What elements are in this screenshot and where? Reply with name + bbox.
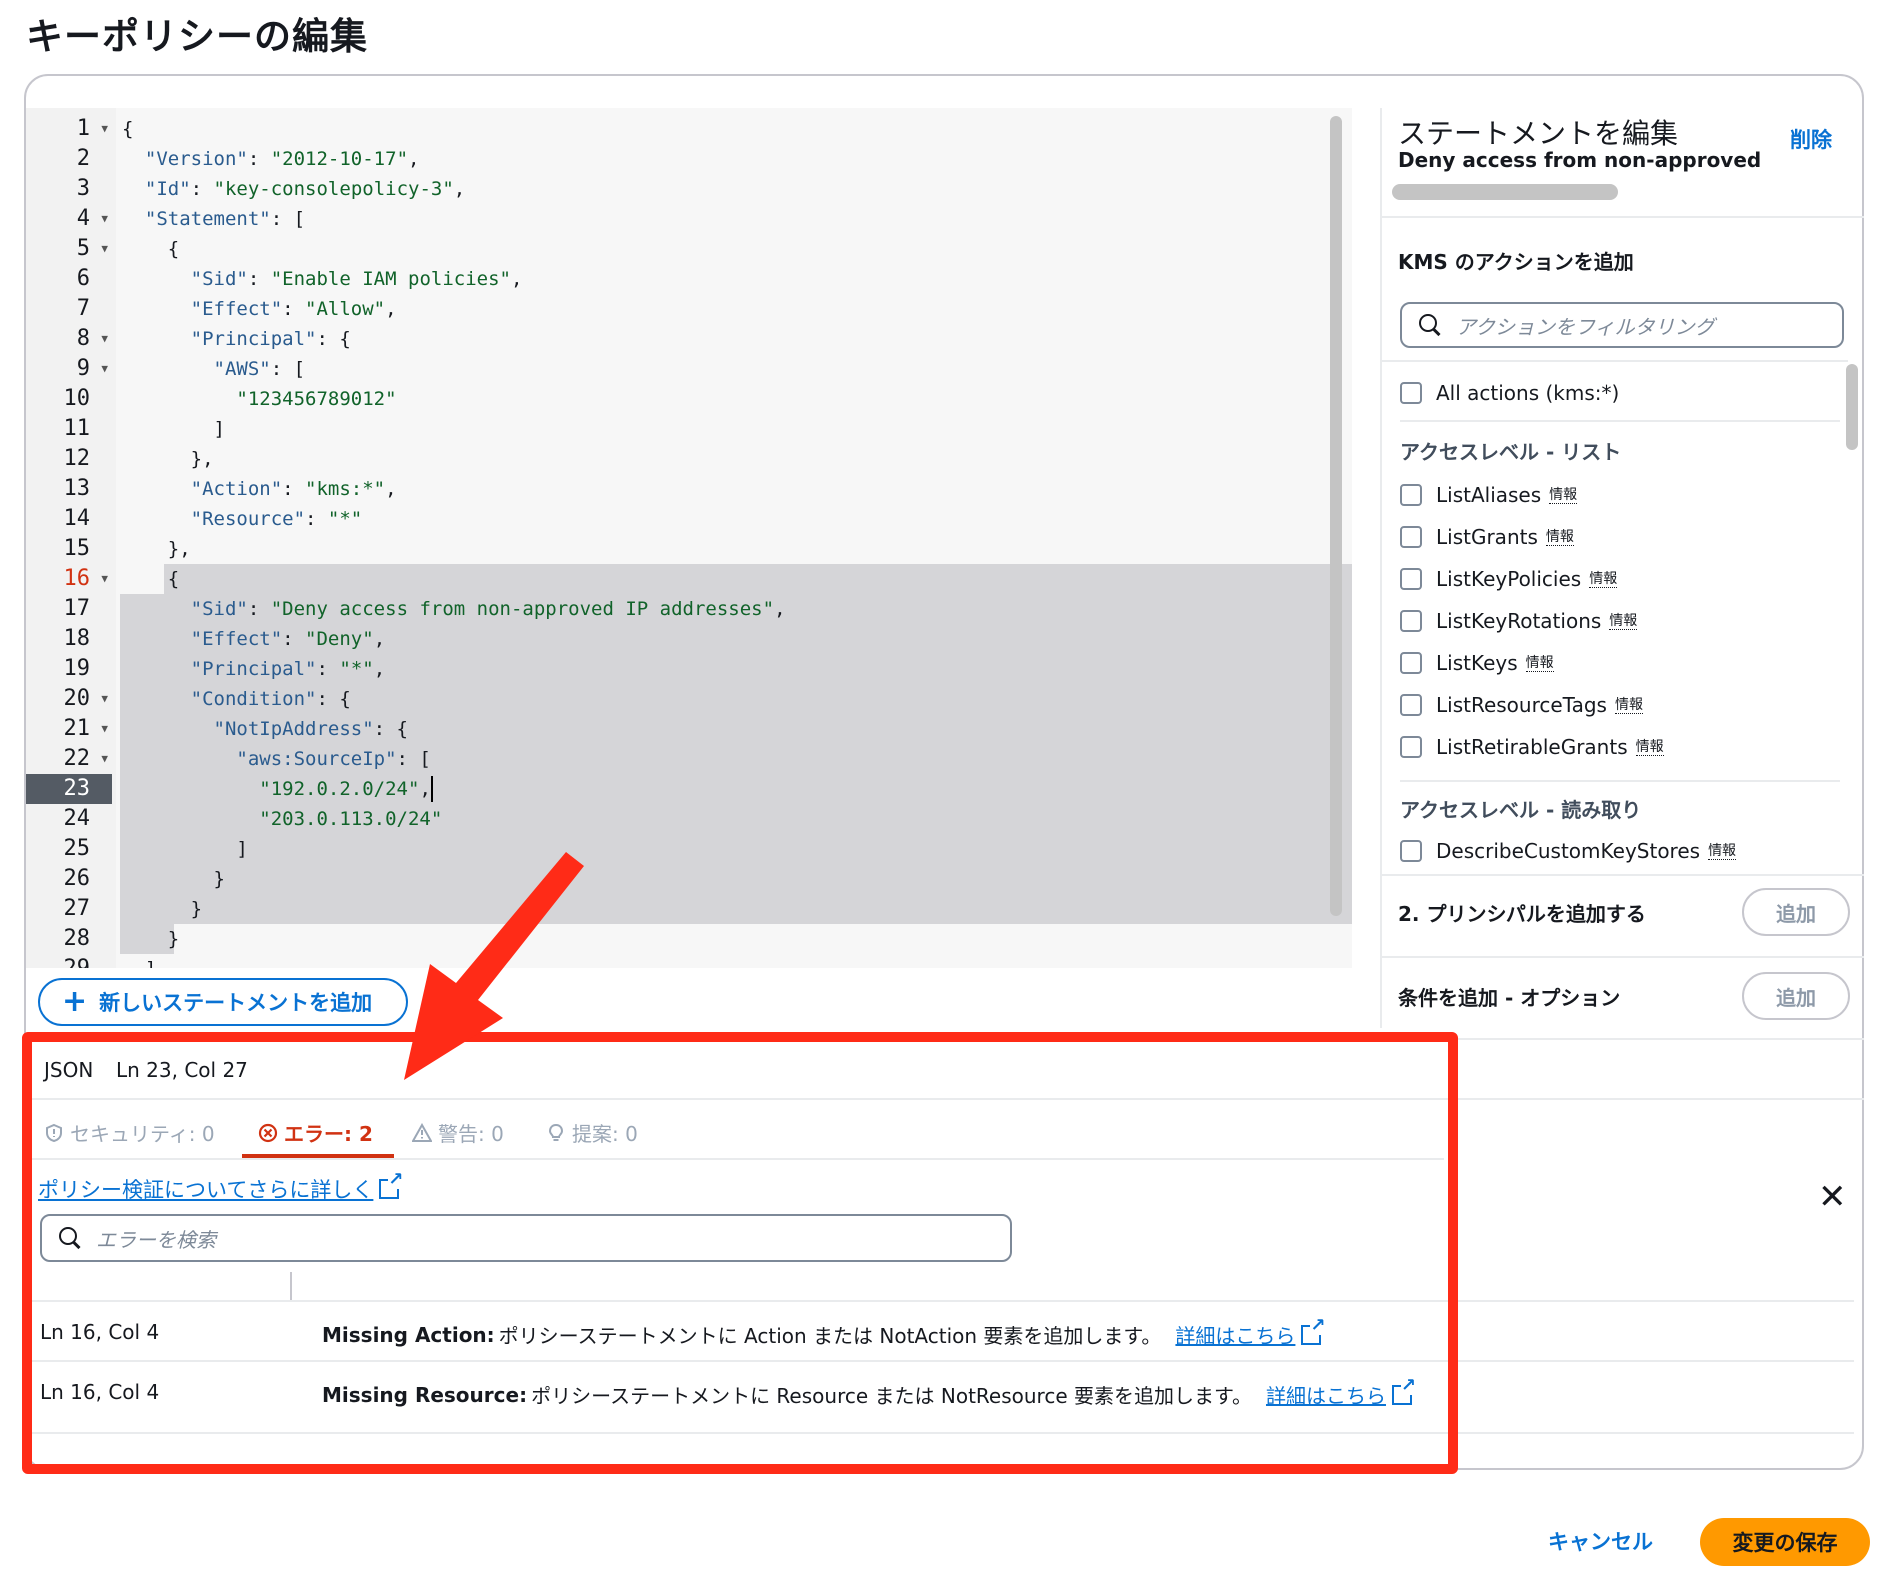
cancel-button[interactable]: キャンセル	[1548, 1526, 1653, 1556]
annotation-arrow	[404, 852, 584, 1080]
save-changes-button[interactable]: 変更の保存	[1700, 1518, 1870, 1566]
